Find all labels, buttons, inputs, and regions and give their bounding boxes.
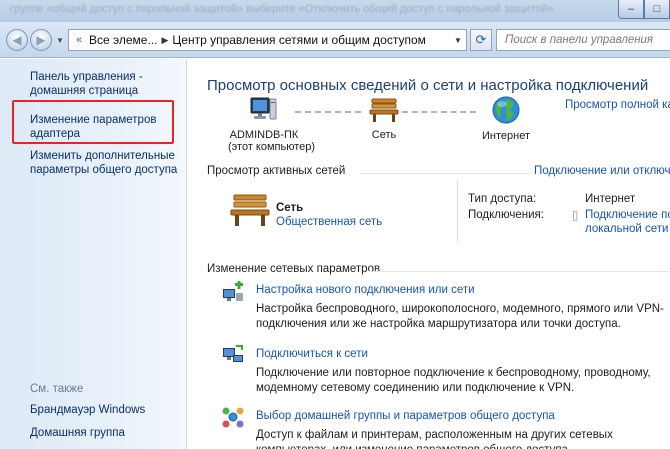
new-connection-icon bbox=[223, 281, 243, 301]
computer-sub: (этот компьютер) bbox=[228, 141, 316, 153]
access-type-label: Тип доступа: bbox=[468, 193, 537, 205]
sidebar-link-firewall[interactable]: Брандмауэр Windows bbox=[30, 403, 145, 417]
arrow-left-icon: ◀ bbox=[12, 33, 22, 47]
connection-link-line1[interactable]: Подключение по bbox=[585, 209, 670, 221]
connect-network-icon bbox=[223, 345, 243, 362]
active-network-name: Сеть bbox=[276, 202, 304, 214]
connection-line-1 bbox=[295, 111, 361, 113]
full-map-link[interactable]: Просмотр полной ка bbox=[565, 99, 670, 111]
window-title-bar: группе «общий доступ с парольной защитой… bbox=[0, 0, 670, 22]
window-controls: – □ bbox=[618, 0, 670, 20]
connections-label: Подключения: bbox=[468, 209, 544, 221]
computer-name: ADMINDB-ПК bbox=[229, 129, 299, 141]
active-networks-heading: Просмотр активных сетей bbox=[207, 165, 346, 177]
maximize-button[interactable]: □ bbox=[644, 0, 670, 19]
minimize-button[interactable]: – bbox=[618, 0, 644, 19]
network-type-link[interactable]: Общественная сеть bbox=[276, 216, 382, 228]
bench-icon bbox=[369, 98, 399, 122]
task-new-connection-desc: Настройка беспроводного, широкополосного… bbox=[256, 303, 664, 330]
back-button[interactable]: ◀ bbox=[6, 29, 28, 51]
chevron-down-icon: ▼ bbox=[56, 36, 64, 45]
task-connect-network-link[interactable]: Подключиться к сети bbox=[256, 348, 368, 360]
breadcrumb-network-center[interactable]: Центр управления сетями и общим доступом bbox=[172, 33, 426, 47]
forward-button[interactable]: ▶ bbox=[30, 29, 52, 51]
window-title-blurred: группе «общий доступ с парольной защитой… bbox=[10, 3, 554, 15]
computer-icon bbox=[250, 97, 277, 120]
connect-disconnect-link[interactable]: Подключение или отключ bbox=[534, 165, 670, 177]
map-node-computer[interactable]: ADMINDB-ПК (этот компьютер) bbox=[228, 96, 316, 153]
connection-link-line2[interactable]: локальной сети bbox=[585, 223, 668, 235]
map-node-internet[interactable]: Интернет bbox=[476, 95, 536, 142]
navigation-bar: ◀ ▶ ▼ « Все элеме... ▶ Центр управления … bbox=[0, 22, 670, 58]
arrow-right-icon: ▶ bbox=[36, 33, 46, 47]
address-dropdown-icon[interactable]: ▼ bbox=[450, 36, 466, 45]
see-also-heading: См. также bbox=[30, 383, 84, 395]
task-homegroup-link[interactable]: Выбор домашней группы и параметров общег… bbox=[256, 410, 555, 422]
refresh-icon: ⟳ bbox=[475, 32, 487, 47]
change-settings-heading: Изменение сетевых параметров bbox=[207, 263, 381, 275]
sidebar-link-sharing-settings[interactable]: Изменить дополнительные параметры общего… bbox=[30, 149, 180, 177]
sidebar-link-adapter-settings[interactable]: Изменение параметров адаптера bbox=[30, 113, 170, 141]
vertical-divider bbox=[457, 180, 458, 242]
task-connect-network-desc: Подключение или повторное подключение к … bbox=[256, 367, 651, 394]
breadcrumb-separator-icon[interactable]: ▶ bbox=[157, 35, 172, 46]
recent-pages-dropdown[interactable]: ▼ bbox=[56, 36, 64, 45]
internet-node-label: Интернет bbox=[482, 130, 530, 142]
task-new-connection-link[interactable]: Настройка нового подключения или сети bbox=[256, 284, 475, 296]
access-type-value: Интернет bbox=[585, 193, 636, 205]
bench-icon bbox=[230, 194, 270, 226]
search-input[interactable]: Поиск в панели управления bbox=[496, 29, 670, 51]
sidebar-link-home[interactable]: Панель управления - домашняя страница bbox=[30, 70, 180, 98]
address-bar[interactable]: « Все элеме... ▶ Центр управления сетями… bbox=[68, 29, 467, 51]
sidebar-link-homegroup[interactable]: Домашняя группа bbox=[30, 426, 125, 440]
connection-line-2 bbox=[402, 111, 476, 113]
homegroup-icon bbox=[222, 407, 244, 428]
page-title: Просмотр основных сведений о сети и наст… bbox=[207, 77, 649, 94]
task-homegroup-desc: Доступ к файлам и принтерам, расположенн… bbox=[256, 429, 613, 449]
control-panel-icon: « bbox=[75, 34, 83, 46]
section-divider bbox=[369, 271, 669, 272]
network-node-label: Сеть bbox=[371, 129, 397, 141]
map-node-network[interactable]: Сеть bbox=[366, 96, 402, 141]
main-content: Просмотр основных сведений о сети и наст… bbox=[188, 59, 670, 449]
sidebar: Панель управления - домашняя страница Из… bbox=[0, 59, 187, 449]
globe-icon bbox=[492, 96, 520, 124]
refresh-button[interactable]: ⟳ bbox=[470, 29, 492, 51]
breadcrumb-all-items[interactable]: Все элеме... bbox=[89, 33, 157, 47]
section-divider bbox=[360, 173, 530, 174]
network-adapter-icon: ▯ bbox=[572, 210, 579, 222]
